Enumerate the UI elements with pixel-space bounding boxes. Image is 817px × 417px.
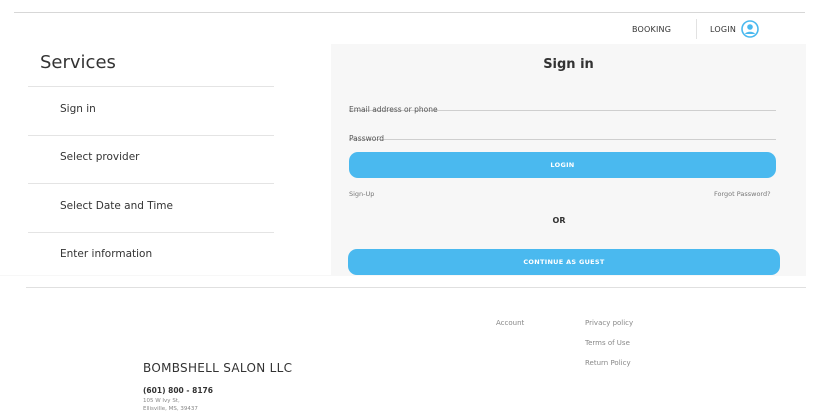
step-label: Enter information [60, 248, 153, 260]
forgot-password-link[interactable]: Forgot Password? [714, 190, 771, 198]
nav-booking-link[interactable]: BOOKING [632, 25, 671, 34]
email-field[interactable] [349, 105, 776, 114]
or-separator: OR [552, 216, 566, 225]
top-divider [14, 12, 805, 13]
signin-title: Sign in [543, 57, 594, 72]
nav-login-link[interactable]: LOGIN [710, 19, 759, 39]
step-select-provider: Select provider [28, 135, 274, 183]
footer-divider [26, 287, 806, 288]
company-address-line2: Ellisville, MS, 39437 [143, 406, 198, 412]
email-field-wrapper [349, 97, 776, 114]
footer-return-link[interactable]: Return Policy [585, 359, 631, 367]
step-select-date-time: Select Date and Time [28, 183, 274, 231]
nav-divider [696, 19, 697, 39]
password-field[interactable] [349, 134, 776, 143]
company-name: BOMBSHELL SALON LLC [143, 361, 293, 375]
top-navigation: BOOKING LOGIN [0, 16, 817, 44]
company-address-line1: 105 W Ivy St, [143, 398, 180, 404]
signup-link[interactable]: Sign-Up [349, 190, 374, 198]
step-sign-in: Sign in [28, 86, 274, 134]
step-label: Sign in [60, 103, 96, 115]
services-title: Services [40, 52, 116, 73]
step-label: Select Date and Time [60, 200, 173, 212]
continue-as-guest-button[interactable]: CONTINUE AS GUEST [348, 249, 780, 275]
company-phone: (601) 800 - 8176 [143, 386, 213, 395]
nav-login-label: LOGIN [710, 24, 737, 34]
step-enter-information: Enter information [28, 232, 274, 280]
footer-privacy-link[interactable]: Privacy policy [585, 319, 633, 327]
footer-account-link[interactable]: Account [496, 319, 524, 327]
login-button[interactable]: LOGIN [349, 152, 776, 178]
step-label: Select provider [60, 151, 140, 163]
footer-terms-link[interactable]: Terms of Use [585, 339, 630, 347]
password-field-wrapper [349, 126, 776, 143]
user-circle-icon [741, 20, 759, 38]
